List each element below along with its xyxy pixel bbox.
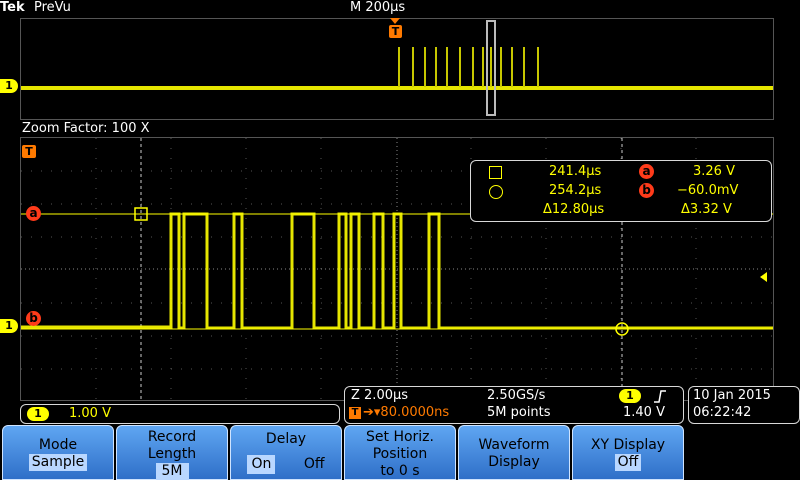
- cursor-circle-time: 254.2µs: [549, 183, 602, 198]
- cursor-square-icon: [489, 166, 502, 179]
- cursor-b-badge[interactable]: b: [26, 311, 41, 326]
- overview-pulses: [398, 47, 539, 87]
- time-display: 06:22:42: [693, 405, 752, 420]
- delay-button-label: Delay: [265, 431, 307, 447]
- main-timebase: M 200µs: [350, 0, 406, 15]
- cursor-circle-icon: [489, 185, 503, 199]
- cursor-delta-time: Δ12.80µs: [543, 202, 605, 217]
- xy-display-button-label: XY Display: [590, 437, 666, 453]
- channel-1-scale: 1.00 V: [69, 406, 111, 421]
- channel-readout-panel[interactable]: 1 1.00 V: [20, 404, 340, 424]
- delay-button[interactable]: Delay On Off: [230, 425, 342, 480]
- zoom-channel-marker[interactable]: 1: [0, 319, 18, 333]
- readout-b-badge: b: [639, 183, 654, 198]
- overview-trigger-arrow-icon: [390, 18, 400, 24]
- zoom-trigger-marker[interactable]: T: [22, 145, 36, 158]
- sample-rate: 2.50GS/s: [487, 388, 546, 403]
- record-length-readout: 5M points: [487, 405, 551, 420]
- mode-button-value: Sample: [28, 454, 88, 471]
- brand-logo: Tek: [0, 0, 25, 15]
- trigger-level: 1.40 V: [623, 405, 665, 420]
- xy-display-button[interactable]: XY Display Off: [572, 425, 684, 480]
- zoom-scale: Z 2.00µs: [351, 388, 409, 403]
- delay-off-option[interactable]: Off: [304, 456, 325, 472]
- waveform-display-button[interactable]: Waveform Display: [458, 425, 570, 480]
- rising-edge-icon: [654, 390, 666, 403]
- position-trigger-icon: T: [349, 407, 361, 419]
- record-length-button-value: 5M: [155, 463, 189, 480]
- datetime-panel: 10 Jan 2015 06:22:42: [688, 386, 800, 424]
- record-length-button-label: Record Length: [147, 429, 197, 462]
- record-length-button[interactable]: Record Length 5M: [116, 425, 228, 480]
- acquisition-mode: PreVu: [34, 0, 71, 15]
- xy-display-button-value: Off: [614, 454, 642, 471]
- cursor-b-value: −60.0mV: [677, 183, 739, 198]
- horizontal-position: ➔▾80.0000ns: [363, 405, 450, 420]
- readout-a-badge: a: [639, 164, 654, 179]
- horizontal-readout-panel[interactable]: Z 2.00µs 2.50GS/s 1 T ➔▾80.0000ns 5M poi…: [344, 386, 684, 424]
- cursor-delta-value: Δ3.32 V: [681, 202, 732, 217]
- zoom-factor-label: Zoom Factor: 100 X: [22, 121, 150, 136]
- waveform-display-button-label: Waveform Display: [478, 437, 550, 470]
- trigger-source-badge: 1: [619, 389, 641, 403]
- date-display: 10 Jan 2015: [693, 388, 771, 403]
- overview-trigger-marker[interactable]: T: [389, 25, 402, 38]
- mode-button-label: Mode: [38, 437, 78, 453]
- cursor-readout-panel: 241.4µs 254.2µs Δ12.80µs a b 3.26 V −60.…: [470, 160, 772, 222]
- set-horiz-position-button[interactable]: Set Horiz. Position to 0 s: [344, 425, 456, 480]
- trigger-level-arrow-icon: [760, 272, 767, 282]
- cursor-a-badge[interactable]: a: [26, 206, 41, 221]
- delay-on-option[interactable]: On: [247, 455, 276, 474]
- cursor-a-value: 3.26 V: [693, 164, 735, 179]
- set-horiz-position-button-label: Set Horiz. Position to 0 s: [366, 429, 434, 479]
- channel-1-badge: 1: [27, 407, 49, 421]
- overview-channel-marker[interactable]: 1: [0, 79, 18, 93]
- mode-button[interactable]: Mode Sample: [2, 425, 114, 480]
- cursor-square-time: 241.4µs: [549, 164, 602, 179]
